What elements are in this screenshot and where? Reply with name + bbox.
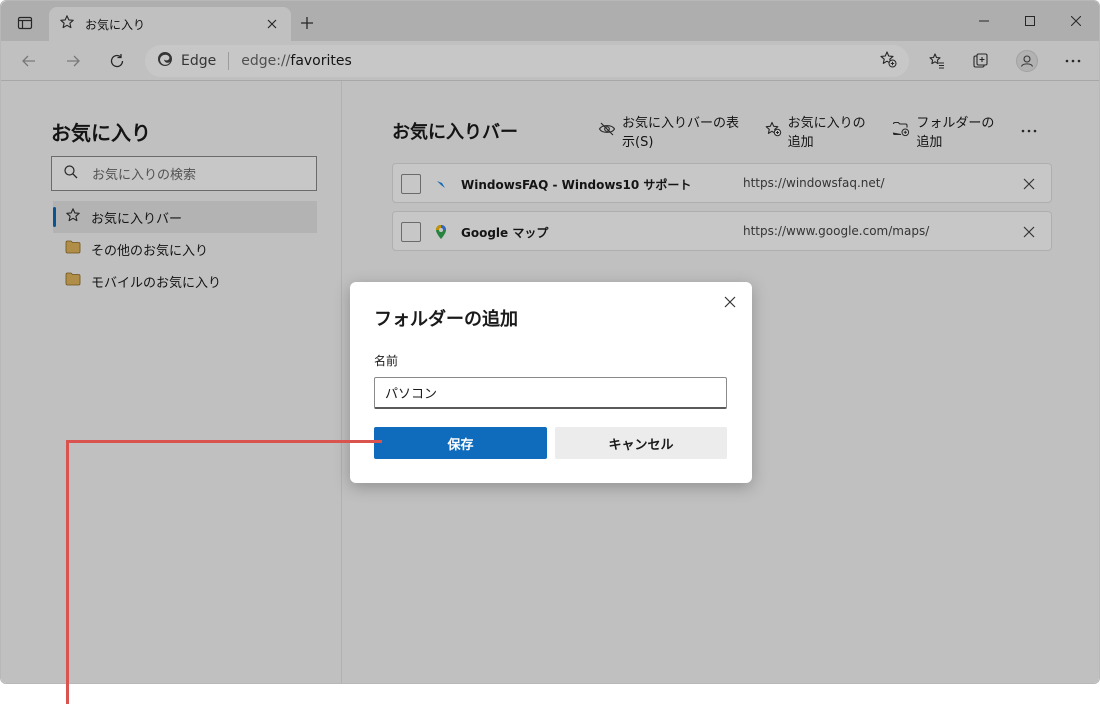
callout-line-horizontal bbox=[66, 440, 382, 443]
folder-name-input[interactable] bbox=[374, 377, 727, 409]
save-button[interactable]: 保存 bbox=[374, 427, 547, 459]
name-label: 名前 bbox=[374, 354, 399, 368]
add-folder-dialog: フォルダーの追加 名前 保存 キャンセル bbox=[350, 282, 752, 483]
close-icon[interactable] bbox=[720, 292, 740, 312]
dialog-title: フォルダーの追加 bbox=[374, 309, 518, 330]
callout-line-vertical bbox=[66, 440, 69, 704]
cancel-button[interactable]: キャンセル bbox=[555, 427, 727, 459]
